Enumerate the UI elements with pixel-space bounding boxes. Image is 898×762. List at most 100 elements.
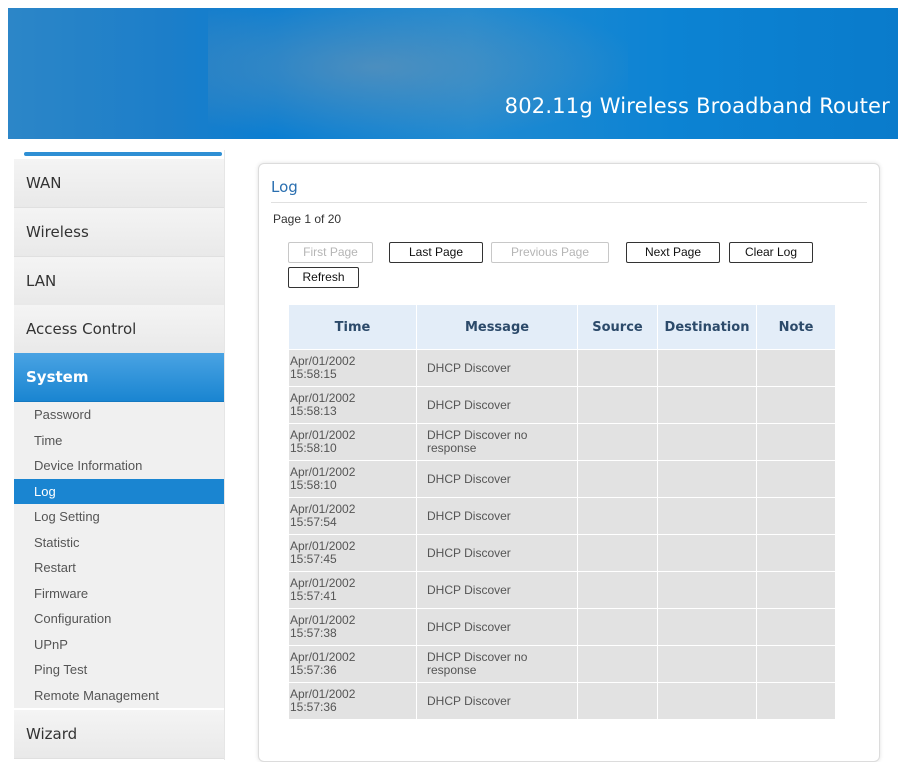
submenu-item-configuration[interactable]: Configuration <box>14 606 224 632</box>
sidebar-item-lan[interactable]: LAN <box>14 257 224 306</box>
sidebar-item-system[interactable]: System <box>14 353 224 402</box>
cell-time: Apr/01/2002 15:57:54 <box>289 498 416 534</box>
product-title: 802.11g Wireless Broadband Router <box>504 94 890 118</box>
submenu-item-device-information[interactable]: Device Information <box>14 453 224 479</box>
table-row: Apr/01/2002 15:57:36 DHCP Discover <box>289 683 835 719</box>
cell-time-text: 15:58:10 <box>290 441 337 455</box>
cell-destination <box>658 646 756 682</box>
cell-message: DHCP Discover <box>417 350 577 386</box>
cell-time-text: 15:58:15 <box>290 367 337 381</box>
cell-source <box>578 350 657 386</box>
cell-time-text: 15:57:38 <box>290 626 337 640</box>
column-header-source: Source <box>578 305 657 349</box>
cell-message-text: DHCP Discover <box>427 508 511 523</box>
cell-destination <box>658 683 756 719</box>
cell-time-text: 15:58:13 <box>290 404 337 418</box>
cell-time: Apr/01/2002 15:58:13 <box>289 387 416 423</box>
cell-message: DHCP Discover <box>417 572 577 608</box>
sidebar-top-accent <box>24 152 222 156</box>
cell-destination <box>658 461 756 497</box>
refresh-button[interactable]: Refresh <box>288 267 359 288</box>
column-header-destination: Destination <box>658 305 756 349</box>
cell-message-text: DHCP Discover <box>427 397 511 412</box>
submenu-item-remote-management[interactable]: Remote Management <box>14 683 224 709</box>
cell-message-text: DHCP Discover <box>427 545 511 560</box>
cell-destination <box>658 535 756 571</box>
cell-source <box>578 535 657 571</box>
submenu-item-log-setting[interactable]: Log Setting <box>14 504 224 530</box>
cell-source <box>578 609 657 645</box>
cell-time-text: 15:57:54 <box>290 515 337 529</box>
submenu-item-firmware[interactable]: Firmware <box>14 581 224 607</box>
clear-log-button[interactable]: Clear Log <box>729 242 813 263</box>
last-page-button[interactable]: Last Page <box>389 242 483 263</box>
table-row: Apr/01/2002 15:57:36 DHCP Discover no resp… <box>289 646 835 682</box>
cell-time: Apr/01/2002 15:58:10 <box>289 461 416 497</box>
cell-source <box>578 461 657 497</box>
cell-message-text-cont: response <box>427 663 477 677</box>
cell-message-text: DHCP Discover <box>427 360 511 375</box>
cell-source <box>578 498 657 534</box>
submenu-item-restart[interactable]: Restart <box>14 555 224 581</box>
cell-message: DHCP Discover <box>417 461 577 497</box>
submenu-item-upnp[interactable]: UPnP <box>14 632 224 658</box>
cell-note <box>757 535 835 571</box>
system-submenu: Password Time Device Information Log Log… <box>14 402 224 708</box>
cell-message-text-cont: response <box>427 441 477 455</box>
column-header-time: Time <box>289 305 416 349</box>
sidebar-item-wan[interactable]: WAN <box>14 159 224 208</box>
cell-time-text: 15:57:45 <box>290 552 337 566</box>
column-header-note: Note <box>757 305 835 349</box>
cell-note <box>757 498 835 534</box>
table-header-row: Time Message Source Destination Note <box>289 305 835 349</box>
table-row: Apr/01/2002 15:57:38 DHCP Discover <box>289 609 835 645</box>
cell-destination <box>658 387 756 423</box>
cell-message-text: DHCP Discover <box>427 471 511 486</box>
page-indicator: Page 1 of 20 <box>273 212 342 226</box>
cell-time: Apr/01/2002 15:57:36 <box>289 683 416 719</box>
submenu-item-time[interactable]: Time <box>14 428 224 454</box>
cell-destination <box>658 572 756 608</box>
table-row: Apr/01/2002 15:57:54 DHCP Discover <box>289 498 835 534</box>
cell-source <box>578 683 657 719</box>
submenu-item-statistic[interactable]: Statistic <box>14 530 224 556</box>
banner-background-graphic <box>208 8 628 139</box>
cell-time: Apr/01/2002 15:57:36 <box>289 646 416 682</box>
cell-message: DHCP Discover <box>417 387 577 423</box>
cell-time: Apr/01/2002 15:57:41 <box>289 572 416 608</box>
cell-message: DHCP Discover no response <box>417 646 577 682</box>
cell-message-text: DHCP Discover <box>427 619 511 634</box>
cell-destination <box>658 498 756 534</box>
cell-source <box>578 424 657 460</box>
cell-time: Apr/01/2002 15:57:38 <box>289 609 416 645</box>
cell-message: DHCP Discover <box>417 535 577 571</box>
cell-destination <box>658 609 756 645</box>
log-table: Time Message Source Destination Note Apr… <box>288 304 836 720</box>
sidebar-item-access-control[interactable]: Access Control <box>14 305 224 354</box>
sidebar-item-wizard[interactable]: Wizard <box>14 710 224 759</box>
table-row: Apr/01/2002 15:58:10 DHCP Discover <box>289 461 835 497</box>
first-page-button[interactable]: First Page <box>288 242 373 263</box>
previous-page-button[interactable]: Previous Page <box>491 242 609 263</box>
table-row: Apr/01/2002 15:57:41 DHCP Discover <box>289 572 835 608</box>
submenu-item-ping-test[interactable]: Ping Test <box>14 657 224 683</box>
table-row: Apr/01/2002 15:58:10 DHCP Discover no resp… <box>289 424 835 460</box>
cell-message: DHCP Discover <box>417 498 577 534</box>
table-row: Apr/01/2002 15:57:45 DHCP Discover <box>289 535 835 571</box>
submenu-item-password[interactable]: Password <box>14 402 224 428</box>
cell-note <box>757 609 835 645</box>
next-page-button[interactable]: Next Page <box>626 242 720 263</box>
cell-time-text: 15:58:10 <box>290 478 337 492</box>
sidebar-item-wireless[interactable]: Wireless <box>14 208 224 257</box>
cell-time-text: 15:57:36 <box>290 700 337 714</box>
cell-note <box>757 461 835 497</box>
cell-source <box>578 572 657 608</box>
cell-note <box>757 350 835 386</box>
table-row: Apr/01/2002 15:58:13 DHCP Discover <box>289 387 835 423</box>
cell-message-text: DHCP Discover <box>427 693 511 708</box>
cell-note <box>757 424 835 460</box>
cell-time-text: 15:57:36 <box>290 663 337 677</box>
cell-source <box>578 646 657 682</box>
submenu-item-log[interactable]: Log <box>14 478 224 504</box>
cell-source <box>578 387 657 423</box>
